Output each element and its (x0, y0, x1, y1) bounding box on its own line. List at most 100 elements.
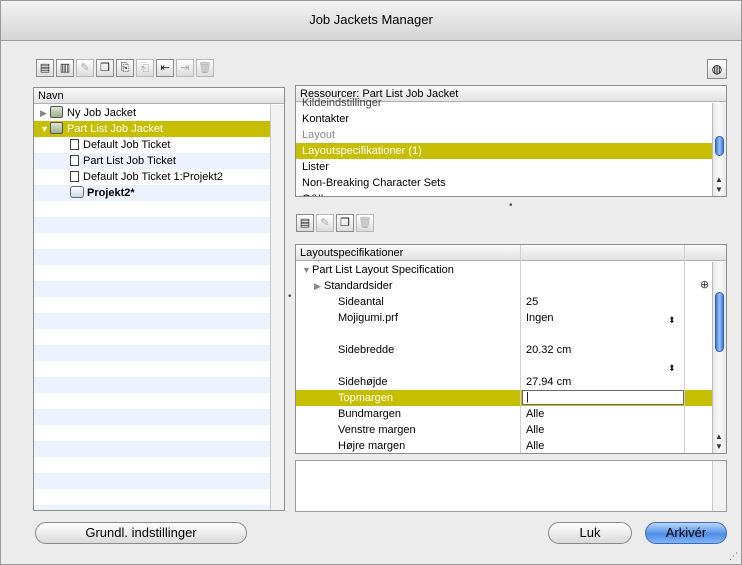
spec-label: Standardsider (324, 280, 393, 292)
edit-icon[interactable]: ✎ (76, 59, 94, 77)
tree-header[interactable]: Navn (34, 88, 284, 104)
close-button[interactable]: Luk (548, 522, 632, 544)
edit-spec-icon[interactable]: ✎ (316, 214, 334, 232)
spec-row[interactable]: Højre margen Alle (296, 438, 726, 453)
scroll-up-arrow[interactable]: ▲ (715, 176, 723, 184)
description-scrollbar[interactable] (712, 461, 726, 511)
defaults-button[interactable]: Grundl. indstillinger (35, 522, 247, 544)
resources-list: Ressourcer: Part List Job Jacket Kildein… (295, 85, 727, 197)
spec-row[interactable]: ▼Part List Layout Specification (296, 262, 726, 278)
scroll-down-arrow[interactable]: ▼ (715, 186, 723, 194)
spec-value[interactable]: 25 (526, 294, 676, 310)
spec-row[interactable]: ⬍ (296, 358, 726, 374)
tree-item[interactable]: ▶ Ny Job Jacket (34, 105, 270, 121)
job-ticket-icon (70, 155, 79, 166)
duplicate-spec-icon[interactable]: ❐ (336, 214, 354, 232)
tree-item[interactable]: Default Job Ticket (34, 137, 270, 153)
tree-item-label: Default Job Ticket 1:Projekt2 (83, 171, 224, 183)
disclosure-closed-icon[interactable]: ▶ (314, 278, 324, 294)
delete-icon[interactable]: 🗑 (196, 59, 214, 77)
spec-row[interactable]: Venstre margen Alle (296, 422, 726, 438)
disclosure-closed-icon[interactable]: ▶ (40, 105, 50, 121)
splitter-handle[interactable]: • (288, 291, 292, 302)
resource-item[interactable]: Layout (296, 127, 712, 143)
spec-scroll-thumb[interactable] (715, 292, 724, 352)
tree-item-label: Default Job Ticket (83, 139, 171, 151)
spec-label-cell: Sidebredde (338, 342, 538, 358)
tree-item[interactable]: ▼ Part List Job Jacket (34, 121, 270, 137)
tree-item[interactable]: Default Job Ticket 1:Projekt2 (34, 169, 270, 185)
export-icon[interactable]: ⇥ (176, 59, 194, 77)
resize-grip[interactable]: ⋰ (729, 551, 738, 562)
splitter-handle-h[interactable]: • (509, 200, 513, 211)
job-jacket-icon (50, 106, 63, 118)
spec-value[interactable] (526, 278, 676, 294)
spec-label: Bundmargen (338, 408, 401, 420)
spec-label: Topmargen (338, 392, 394, 404)
spec-row[interactable] (296, 326, 726, 342)
spec-value[interactable]: Alle (526, 406, 676, 422)
spec-row[interactable]: Sidebredde 20.32 cm (296, 342, 726, 358)
web-icon[interactable]: ◍ (707, 59, 727, 79)
import-icon[interactable]: ⇤ (156, 59, 174, 77)
tree-item-label: Part List Job Jacket (67, 123, 163, 135)
duplicate-icon[interactable]: ❐ (96, 59, 114, 77)
new-spec-icon[interactable]: ▤ (296, 214, 314, 232)
spec-toolbar: ▤ ✎ ❐ 🗑 (296, 214, 374, 232)
archive-button[interactable]: Arkivér (645, 522, 727, 544)
disclosure-open-icon[interactable]: ▼ (302, 262, 312, 278)
spec-label: Sideantal (338, 296, 384, 308)
spec-value[interactable]: Alle (526, 422, 676, 438)
disclosure-open-icon[interactable]: ▼ (40, 121, 50, 137)
job-ticket-icon (70, 171, 79, 182)
spec-scroll-down-arrow[interactable]: ▼ (715, 443, 723, 451)
spec-row[interactable]: Sideantal 25 (296, 294, 726, 310)
window-title: Job Jackets Manager (1, 1, 741, 41)
spec-value[interactable]: Alle (526, 438, 676, 453)
unlink-icon[interactable]: ⎗ (136, 59, 154, 77)
spec-value[interactable]: Ingen (526, 310, 676, 326)
description-area[interactable] (295, 460, 727, 512)
resource-item-cut[interactable]: Kildeindstillinger (296, 95, 712, 111)
spec-scrollbar[interactable]: ▲ ▼ (712, 262, 726, 453)
spec-value[interactable]: 27.94 cm (526, 374, 676, 390)
resource-item[interactable]: Layoutspecifikationer (1) (296, 143, 712, 159)
spec-value[interactable]: 20.32 cm (526, 342, 676, 358)
spec-label: Højre margen (338, 440, 406, 452)
new-ticket-icon[interactable]: ▥ (56, 59, 74, 77)
spec-label-cell: Topmargen (338, 390, 538, 406)
spec-header[interactable]: Layoutspecifikationer (300, 247, 403, 259)
spec-label: Part List Layout Specification (312, 264, 454, 276)
resource-item[interactable]: Kontakter (296, 111, 712, 127)
resource-item[interactable]: Non-Breaking Character Sets (296, 175, 712, 191)
spec-scroll-up-arrow[interactable]: ▲ (715, 433, 723, 441)
tree-item-label: Ny Job Jacket (67, 107, 137, 119)
tree-item[interactable]: Part List Job Ticket (34, 153, 270, 169)
tree-scrollbar[interactable] (270, 105, 284, 510)
tree-item[interactable]: Projekt2* (34, 185, 270, 201)
spec-value[interactable] (526, 358, 676, 374)
spec-row[interactable]: ▶ Standardsider (296, 278, 726, 294)
spec-row[interactable]: Topmargen | (296, 390, 726, 406)
spec-value[interactable] (526, 326, 676, 342)
topmargen-input[interactable]: | (522, 390, 684, 405)
spec-label-cell: Sideantal (338, 294, 538, 310)
spec-row[interactable]: Mojigumi.prf Ingen ⬍ (296, 310, 726, 326)
spec-row[interactable]: Bundmargen Alle (296, 406, 726, 422)
resource-item[interactable]: Lister (296, 159, 712, 175)
add-icon[interactable]: ⊕ (700, 278, 709, 291)
job-ticket-icon (70, 139, 79, 150)
resources-scroll-thumb[interactable] (715, 136, 724, 156)
resources-scrollbar[interactable]: ▲ ▼ (712, 103, 726, 196)
spec-value[interactable] (526, 262, 676, 278)
project-icon (70, 186, 84, 198)
spec-label: Venstre margen (338, 424, 416, 436)
delete-spec-icon[interactable]: 🗑 (356, 214, 374, 232)
resource-item[interactable]: O&I'er (296, 191, 712, 196)
spec-label-cell (338, 358, 538, 374)
link-icon[interactable]: ⎘ (116, 59, 134, 77)
spec-row[interactable]: Sidehøjde 27.94 cm (296, 374, 726, 390)
new-jacket-icon[interactable]: ▤ (36, 59, 54, 77)
spec-table: Layoutspecifikationer ▼Part List Layout … (295, 244, 727, 454)
job-jackets-window: Job Jackets Manager ▤ ▥ ✎ ❐ ⎘ ⎗ ⇤ ⇥ 🗑 ◍ Navn ▶ Ny… (0, 0, 742, 565)
